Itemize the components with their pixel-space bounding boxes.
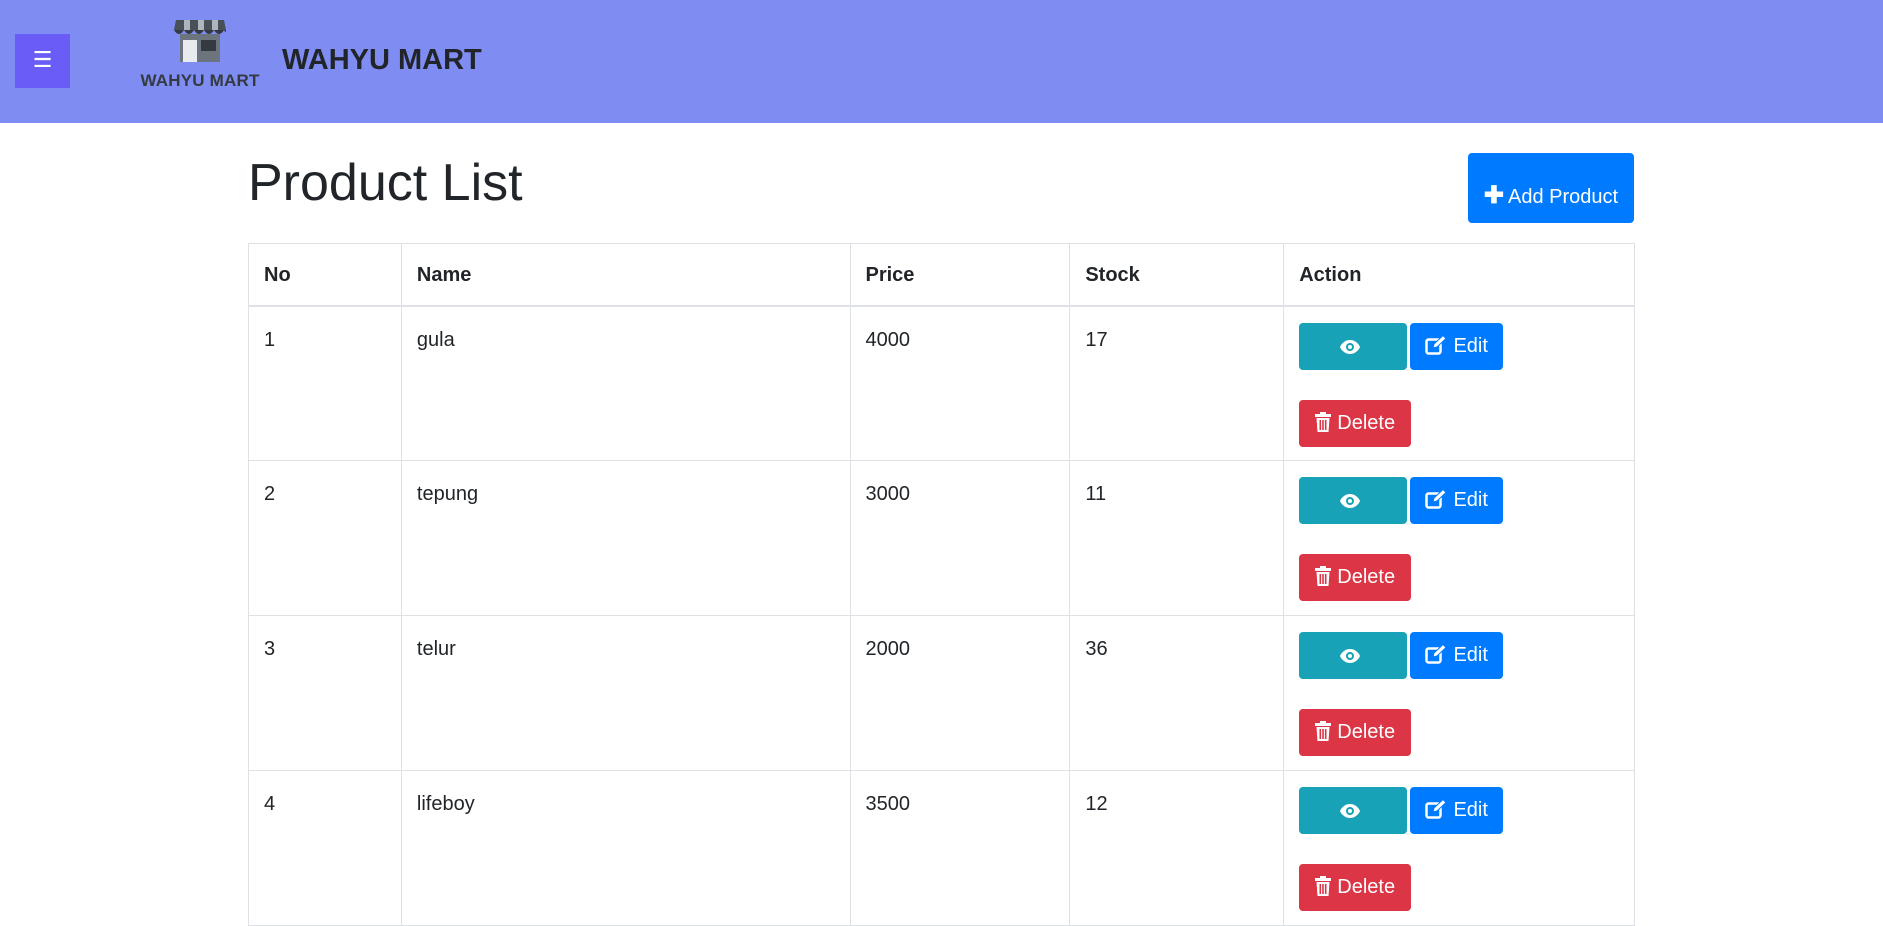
product-stock: 17 bbox=[1085, 328, 1108, 351]
trash-icon bbox=[1315, 876, 1332, 896]
cell-actions: Show Edit Delete bbox=[1283, 770, 1635, 926]
add-product-label: Add Product bbox=[1508, 185, 1619, 208]
cell-no: 1 bbox=[248, 305, 402, 461]
cell-actions: Show Edit Delete bbox=[1283, 460, 1635, 616]
eye-icon bbox=[1340, 494, 1361, 508]
trash-icon bbox=[1315, 721, 1332, 741]
cell-price: 3000 bbox=[849, 460, 1071, 616]
eye-icon bbox=[1340, 649, 1361, 663]
product-stock: 11 bbox=[1085, 483, 1107, 505]
delete-button[interactable]: Delete bbox=[1299, 709, 1412, 756]
edit-label: Edit bbox=[1453, 644, 1488, 666]
product-price: 3500 bbox=[865, 793, 911, 815]
product-no: 4 bbox=[264, 793, 276, 815]
hamburger-icon: ☰ bbox=[32, 48, 53, 73]
product-no: 1 bbox=[264, 328, 276, 351]
edit-icon bbox=[1425, 643, 1448, 664]
cell-price: 3500 bbox=[849, 770, 1071, 926]
cell-stock: 11 bbox=[1069, 460, 1285, 616]
edit-button[interactable]: Edit bbox=[1410, 787, 1504, 834]
cell-name: lifeboy bbox=[400, 770, 851, 926]
page-title: Product List bbox=[248, 154, 523, 212]
delete-label: Delete bbox=[1337, 411, 1396, 434]
product-stock: 12 bbox=[1085, 793, 1108, 815]
table-row: 2 tepung 3000 11 Show Edit Delete bbox=[248, 460, 1635, 616]
cell-stock: 17 bbox=[1069, 305, 1285, 461]
delete-label: Delete bbox=[1337, 876, 1396, 898]
menu-toggle-button[interactable]: ☰ bbox=[15, 34, 70, 88]
cell-name: tepung bbox=[400, 460, 851, 616]
cell-no: 4 bbox=[248, 770, 402, 926]
product-name: tepung bbox=[416, 483, 479, 505]
cell-name: gula bbox=[400, 305, 851, 461]
edit-icon bbox=[1425, 488, 1448, 509]
show-button[interactable]: Show bbox=[1299, 477, 1408, 558]
table-row: 1 gula 4000 17 Show Edit Delete bbox=[248, 305, 1635, 461]
delete-button[interactable]: Delete bbox=[1299, 864, 1412, 911]
header-price: Price bbox=[849, 243, 1071, 307]
table-header-row: No Name Price Stock Action bbox=[248, 243, 1635, 307]
brand-name[interactable]: WAHYU MART bbox=[282, 44, 482, 77]
table-row: 3 telur 2000 36 Show Edit Delete bbox=[248, 615, 1635, 771]
product-price: 2000 bbox=[865, 638, 911, 660]
header-action: Action bbox=[1283, 243, 1635, 307]
product-price: 3000 bbox=[865, 483, 911, 505]
cell-no: 3 bbox=[248, 615, 402, 771]
cell-name: telur bbox=[400, 615, 851, 771]
edit-button[interactable]: Edit bbox=[1410, 322, 1504, 370]
product-table: No Name Price Stock Action 1 gula 4000 1… bbox=[248, 243, 1635, 926]
trash-icon bbox=[1315, 411, 1332, 432]
edit-icon bbox=[1425, 798, 1448, 819]
product-price: 4000 bbox=[865, 328, 911, 351]
delete-button[interactable]: Delete bbox=[1299, 554, 1412, 601]
add-product-button[interactable]: ✚ Add Product bbox=[1468, 153, 1634, 223]
delete-label: Delete bbox=[1337, 566, 1396, 588]
edit-label: Edit bbox=[1453, 489, 1488, 511]
table-row: 4 lifeboy 3500 12 Show Edit Delete bbox=[248, 770, 1635, 926]
header-no: No bbox=[248, 243, 402, 307]
cell-price: 4000 bbox=[849, 305, 1071, 461]
show-button[interactable]: Show bbox=[1299, 322, 1408, 404]
product-name: lifeboy bbox=[416, 793, 475, 815]
header-stock: Stock bbox=[1069, 243, 1285, 307]
cell-actions: Show Edit Delete bbox=[1283, 305, 1635, 461]
cell-stock: 36 bbox=[1069, 615, 1285, 771]
eye-icon bbox=[1340, 804, 1361, 818]
edit-label: Edit bbox=[1453, 334, 1488, 357]
delete-button[interactable]: Delete bbox=[1299, 399, 1412, 447]
product-name: telur bbox=[416, 638, 456, 660]
eye-icon bbox=[1340, 339, 1361, 354]
plus-icon: ✚ bbox=[1483, 181, 1505, 209]
edit-button[interactable]: Edit bbox=[1410, 477, 1504, 524]
header-name: Name bbox=[400, 243, 851, 307]
cell-stock: 12 bbox=[1069, 770, 1285, 926]
edit-button[interactable]: Edit bbox=[1410, 632, 1504, 679]
trash-icon bbox=[1315, 566, 1332, 586]
edit-label: Edit bbox=[1453, 799, 1488, 821]
cell-price: 2000 bbox=[849, 615, 1071, 771]
top-navbar: ☰ WAHYU MART WAHYU MART bbox=[0, 0, 1883, 123]
show-button[interactable]: Show bbox=[1299, 787, 1408, 868]
edit-icon bbox=[1425, 334, 1448, 355]
store-logo[interactable]: WAHYU MART bbox=[135, 16, 265, 92]
product-no: 3 bbox=[264, 638, 276, 660]
product-name: gula bbox=[416, 328, 455, 351]
cell-no: 2 bbox=[248, 460, 402, 616]
logo-text: WAHYU MART bbox=[140, 71, 260, 90]
product-no: 2 bbox=[264, 483, 276, 505]
product-stock: 36 bbox=[1085, 638, 1108, 660]
show-button[interactable]: Show bbox=[1299, 632, 1408, 713]
cell-actions: Show Edit Delete bbox=[1283, 615, 1635, 771]
storefront-icon bbox=[174, 20, 226, 62]
delete-label: Delete bbox=[1337, 721, 1396, 743]
